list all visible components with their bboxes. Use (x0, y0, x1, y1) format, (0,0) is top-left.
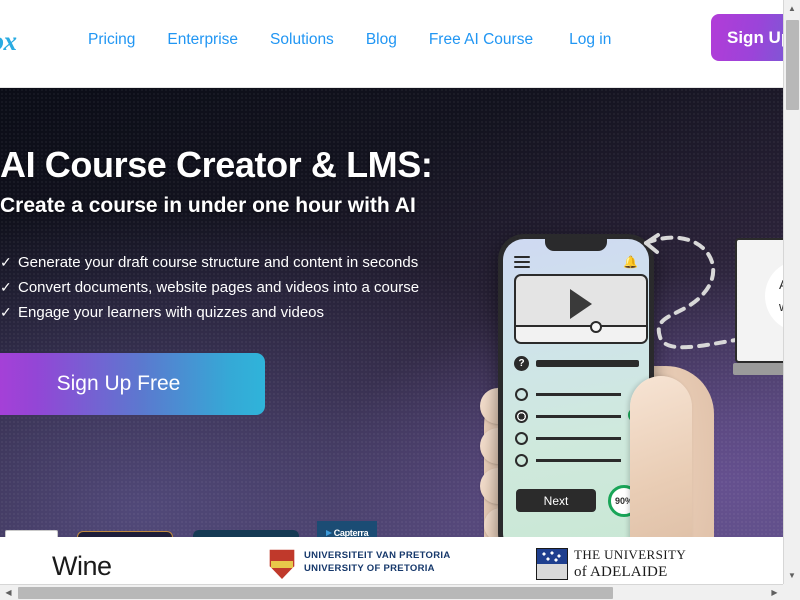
site-logo[interactable]: ebox (0, 26, 17, 57)
horizontal-scrollbar-thumb[interactable] (18, 587, 613, 599)
quiz-option[interactable] (515, 388, 621, 401)
nav-link-pricing[interactable]: Pricing (88, 31, 167, 49)
review-badges: GetApp USER REVIEWS ★★★★★ Software Advic… (5, 521, 377, 537)
main-navigation: Pricing Enterprise Solutions Blog Free A… (88, 31, 611, 49)
shield-shape: Capterra BEST EASE OF USE 2023 (317, 521, 377, 537)
nav-link-enterprise[interactable]: Enterprise (167, 31, 270, 49)
quiz-option[interactable] (515, 454, 621, 467)
list-item: ✓ Engage your learners with quizzes and … (0, 304, 419, 321)
check-icon: ✓ (0, 304, 12, 320)
option-text-placeholder (536, 393, 621, 396)
thumb (630, 376, 692, 537)
capterra-arrow-icon (325, 530, 332, 536)
list-item-label: Convert documents, website pages and vid… (18, 279, 420, 296)
nav-link-solutions[interactable]: Solutions (270, 31, 366, 49)
hero-illustration: 🔔 ? Next 90% (478, 176, 783, 537)
list-item-label: Engage your learners with quizzes and vi… (18, 304, 325, 321)
option-text-placeholder (536, 459, 621, 462)
hero-section: AI Course Creator & LMS: Create a course… (0, 88, 783, 537)
radio-icon[interactable] (515, 388, 528, 401)
adelaide-text: THE UNIVERSITY of ADELAIDE (574, 547, 686, 581)
signup-button[interactable]: Sign Up (711, 14, 783, 61)
browser-viewport: ebox Pricing Enterprise Solutions Blog F… (0, 0, 800, 600)
site-header: ebox Pricing Enterprise Solutions Blog F… (0, 0, 783, 88)
partner-logos: Wine UNIVERSITEIT VAN PRETORIA UNIVERSIT… (0, 537, 783, 584)
nav-link-blog[interactable]: Blog (366, 31, 429, 49)
side-card-base (733, 363, 783, 375)
option-text-placeholder (536, 415, 621, 418)
check-icon: ✓ (0, 279, 12, 295)
scroll-right-arrow-icon[interactable]: ▶ (766, 585, 783, 600)
scroll-down-arrow-icon[interactable]: ▼ (784, 567, 800, 584)
adelaide-crest-icon (536, 548, 568, 580)
partner-logo-adelaide: THE UNIVERSITY of ADELAIDE (536, 547, 686, 581)
shield-brand-row: Capterra (325, 528, 369, 537)
radio-icon[interactable] (515, 454, 528, 467)
badge-capterra[interactable]: Capterra ★★★★★ 4.7 (193, 530, 299, 537)
list-item-label: Generate your draft course structure and… (18, 254, 419, 271)
vertical-scrollbar[interactable]: ▲ ▼ (783, 0, 800, 584)
next-button[interactable]: Next (516, 489, 596, 512)
pretoria-text: UNIVERSITEIT VAN PRETORIA UNIVERSITY OF … (304, 550, 451, 574)
adelaide-line-1: THE UNIVERSITY (574, 547, 687, 562)
shield-brand: Capterra (333, 528, 369, 537)
question-icon: ? (514, 356, 529, 371)
badge-getapp[interactable]: GetApp USER REVIEWS ★★★★★ (5, 530, 58, 537)
check-icon: ✓ (0, 254, 12, 270)
list-item: ✓ Generate your draft course structure a… (0, 254, 419, 271)
play-icon[interactable] (570, 288, 592, 319)
list-item: ✓ Convert documents, website pages and v… (0, 279, 419, 296)
adelaide-line-2: of ADELAIDE (574, 564, 668, 580)
partner-logo-wine: Wine (52, 551, 112, 581)
option-text-placeholder (536, 437, 621, 440)
bell-icon[interactable]: 🔔 (623, 256, 638, 268)
badge-capterra-best-ease-of-use[interactable]: Capterra BEST EASE OF USE 2023 (317, 521, 377, 537)
radio-icon-selected[interactable] (515, 410, 528, 423)
hamburger-icon[interactable] (514, 256, 530, 268)
phone-top-bar: 🔔 (503, 256, 649, 268)
horizontal-scrollbar[interactable]: ◀ ▶ (0, 584, 783, 600)
page-content: ebox Pricing Enterprise Solutions Blog F… (0, 0, 783, 584)
vertical-scrollbar-thumb[interactable] (786, 20, 799, 110)
pretoria-crest-icon (269, 549, 295, 579)
scroll-up-arrow-icon[interactable]: ▲ (784, 0, 800, 17)
nav-link-log-in[interactable]: Log in (569, 31, 611, 49)
page-subtitle: Create a course in under one hour with A… (0, 194, 416, 217)
nav-link-free-ai-course[interactable]: Free AI Course (429, 31, 569, 49)
partner-logo-pretoria: UNIVERSITEIT VAN PRETORIA UNIVERSITY OF … (268, 545, 451, 579)
question-text-placeholder (536, 360, 639, 367)
quiz-option[interactable] (515, 432, 621, 445)
video-progress-bar[interactable] (516, 321, 646, 342)
video-player[interactable] (514, 274, 648, 344)
hero-feature-list: ✓ Generate your draft course structure a… (0, 254, 419, 329)
radio-icon[interactable] (515, 432, 528, 445)
signup-free-button[interactable]: Sign Up Free (0, 353, 265, 415)
video-scrubber-handle[interactable] (590, 321, 602, 333)
quiz-question-row: ? (514, 356, 639, 371)
side-card: A w (735, 238, 783, 363)
pretoria-line-1: UNIVERSITEIT VAN PRETORIA (304, 550, 451, 561)
quiz-option-selected[interactable] (515, 410, 621, 423)
scrollbar-corner (783, 584, 800, 600)
page-title: AI Course Creator & LMS: (0, 144, 433, 185)
phone-screen: 🔔 ? Next 90% (503, 239, 649, 537)
phone-notch (545, 239, 607, 251)
pretoria-line-2: UNIVERSITY OF PRETORIA (304, 563, 435, 574)
scroll-left-arrow-icon[interactable]: ◀ (0, 585, 17, 600)
